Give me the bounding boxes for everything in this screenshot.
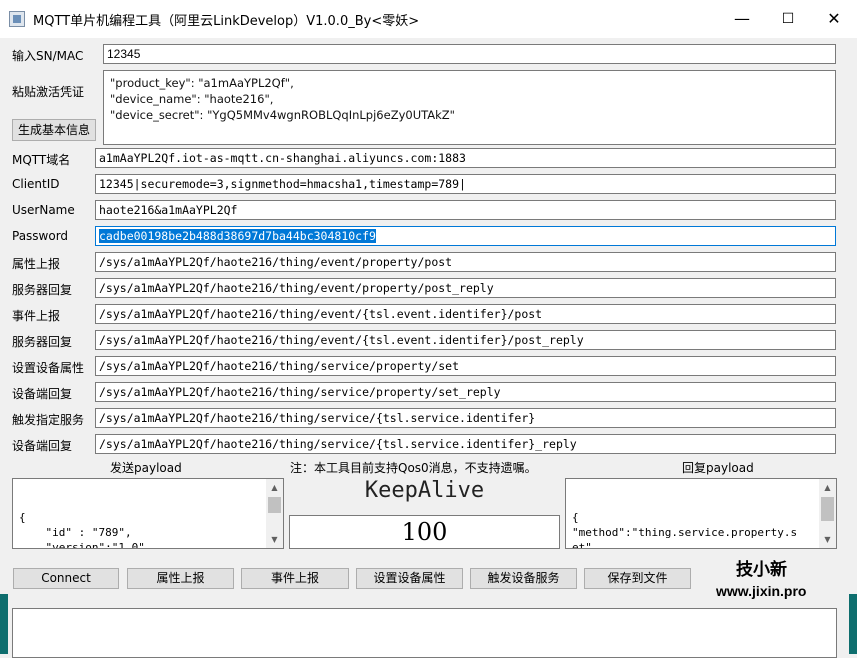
property-report-button[interactable]: 属性上报	[127, 568, 234, 589]
window-title: MQTT单片机编程工具（阿里云LinkDevelop）V1.0.0_By<零妖>	[33, 14, 420, 29]
save-file-button[interactable]: 保存到文件	[584, 568, 691, 589]
topic-label: 属性上报	[12, 257, 61, 271]
topic-label: 设备端回复	[12, 387, 73, 401]
scroll-down-icon[interactable]: ▼	[819, 531, 836, 548]
keepalive-input[interactable]: 100	[289, 515, 560, 549]
password-label: Password	[12, 229, 69, 243]
topic-input[interactable]: /sys/a1mAaYPL2Qf/haote216/thing/service/…	[95, 408, 836, 428]
reply-payload-scrollbar[interactable]: ▲ ▼	[819, 479, 836, 548]
sn-input[interactable]: 12345	[103, 44, 836, 64]
password-selected-text: cadbe00198be2b488d38697d7ba44bc304810cf9	[99, 229, 376, 243]
topic-input[interactable]: /sys/a1mAaYPL2Qf/haote216/thing/service/…	[95, 434, 836, 454]
username-label: UserName	[12, 203, 75, 217]
scroll-thumb[interactable]	[821, 497, 834, 521]
credential-label: 粘贴激活凭证	[12, 85, 85, 99]
username-input[interactable]: haote216&a1mAaYPL2Qf	[95, 200, 836, 220]
reply-payload-label: 回复payload	[682, 461, 754, 475]
send-payload-scrollbar[interactable]: ▲ ▼	[266, 479, 283, 548]
topic-input[interactable]: /sys/a1mAaYPL2Qf/haote216/thing/event/{t…	[95, 304, 836, 324]
topic-input[interactable]: /sys/a1mAaYPL2Qf/haote216/thing/event/pr…	[95, 278, 836, 298]
topic-input[interactable]: /sys/a1mAaYPL2Qf/haote216/thing/service/…	[95, 356, 836, 376]
scroll-down-icon[interactable]: ▼	[266, 531, 283, 548]
topic-input[interactable]: /sys/a1mAaYPL2Qf/haote216/thing/event/{t…	[95, 330, 836, 350]
topic-input[interactable]: /sys/a1mAaYPL2Qf/haote216/thing/event/pr…	[95, 252, 836, 272]
topic-input[interactable]: /sys/a1mAaYPL2Qf/haote216/thing/service/…	[95, 382, 836, 402]
close-button[interactable]: ✕	[811, 0, 857, 38]
generate-info-button[interactable]: 生成基本信息	[12, 119, 96, 141]
watermark-url: www.jixin.pro	[716, 583, 807, 599]
send-payload-textarea[interactable]: { "id" : "789", "version":"1.0", "params…	[12, 478, 284, 549]
scroll-thumb[interactable]	[268, 497, 281, 513]
minimize-button[interactable]: —	[719, 0, 765, 38]
qos-note: 注：本工具目前支持Qos0消息，不支持遗嘱。	[290, 461, 537, 475]
maximize-button[interactable]: ☐	[765, 0, 811, 38]
sn-label: 输入SN/MAC	[12, 49, 84, 63]
topic-label: 设备端回复	[12, 439, 73, 453]
topic-label: 触发指定服务	[12, 413, 85, 427]
topic-label: 服务器回复	[12, 283, 73, 297]
watermark-name: 技小新	[736, 560, 787, 580]
reply-payload-text: { "method":"thing.service.property.s et"…	[572, 511, 798, 549]
desktop-background-left	[0, 594, 8, 654]
scroll-up-icon[interactable]: ▲	[266, 479, 283, 496]
reply-payload-textarea[interactable]: { "method":"thing.service.property.s et"…	[565, 478, 837, 549]
set-property-button[interactable]: 设置设备属性	[356, 568, 463, 589]
mqtt-domain-label: MQTT域名	[12, 153, 71, 167]
connect-button[interactable]: Connect	[13, 568, 119, 589]
title-bar: MQTT单片机编程工具（阿里云LinkDevelop）V1.0.0_By<零妖>…	[0, 0, 857, 38]
topic-label: 服务器回复	[12, 335, 73, 349]
send-payload-label: 发送payload	[110, 461, 182, 475]
mqtt-domain-input[interactable]: a1mAaYPL2Qf.iot-as-mqtt.cn-shanghai.aliy…	[95, 148, 836, 168]
trigger-service-button[interactable]: 触发设备服务	[470, 568, 577, 589]
send-payload-text: { "id" : "789", "version":"1.0", "params…	[19, 511, 152, 549]
event-report-button[interactable]: 事件上报	[241, 568, 349, 589]
app-icon	[9, 11, 25, 27]
scroll-up-icon[interactable]: ▲	[819, 479, 836, 496]
topic-label: 设置设备属性	[12, 361, 85, 375]
desktop-background-right	[849, 594, 857, 654]
log-textarea[interactable]	[12, 608, 837, 658]
clientid-label: ClientID	[12, 177, 60, 191]
topic-label: 事件上报	[12, 309, 61, 323]
keepalive-label: KeepAlive	[364, 478, 485, 503]
clientid-input[interactable]: 12345|securemode=3,signmethod=hmacsha1,t…	[95, 174, 836, 194]
credential-textarea[interactable]: "product_key": "a1mAaYPL2Qf", "device_na…	[103, 70, 836, 145]
password-input[interactable]: cadbe00198be2b488d38697d7ba44bc304810cf9	[95, 226, 836, 246]
